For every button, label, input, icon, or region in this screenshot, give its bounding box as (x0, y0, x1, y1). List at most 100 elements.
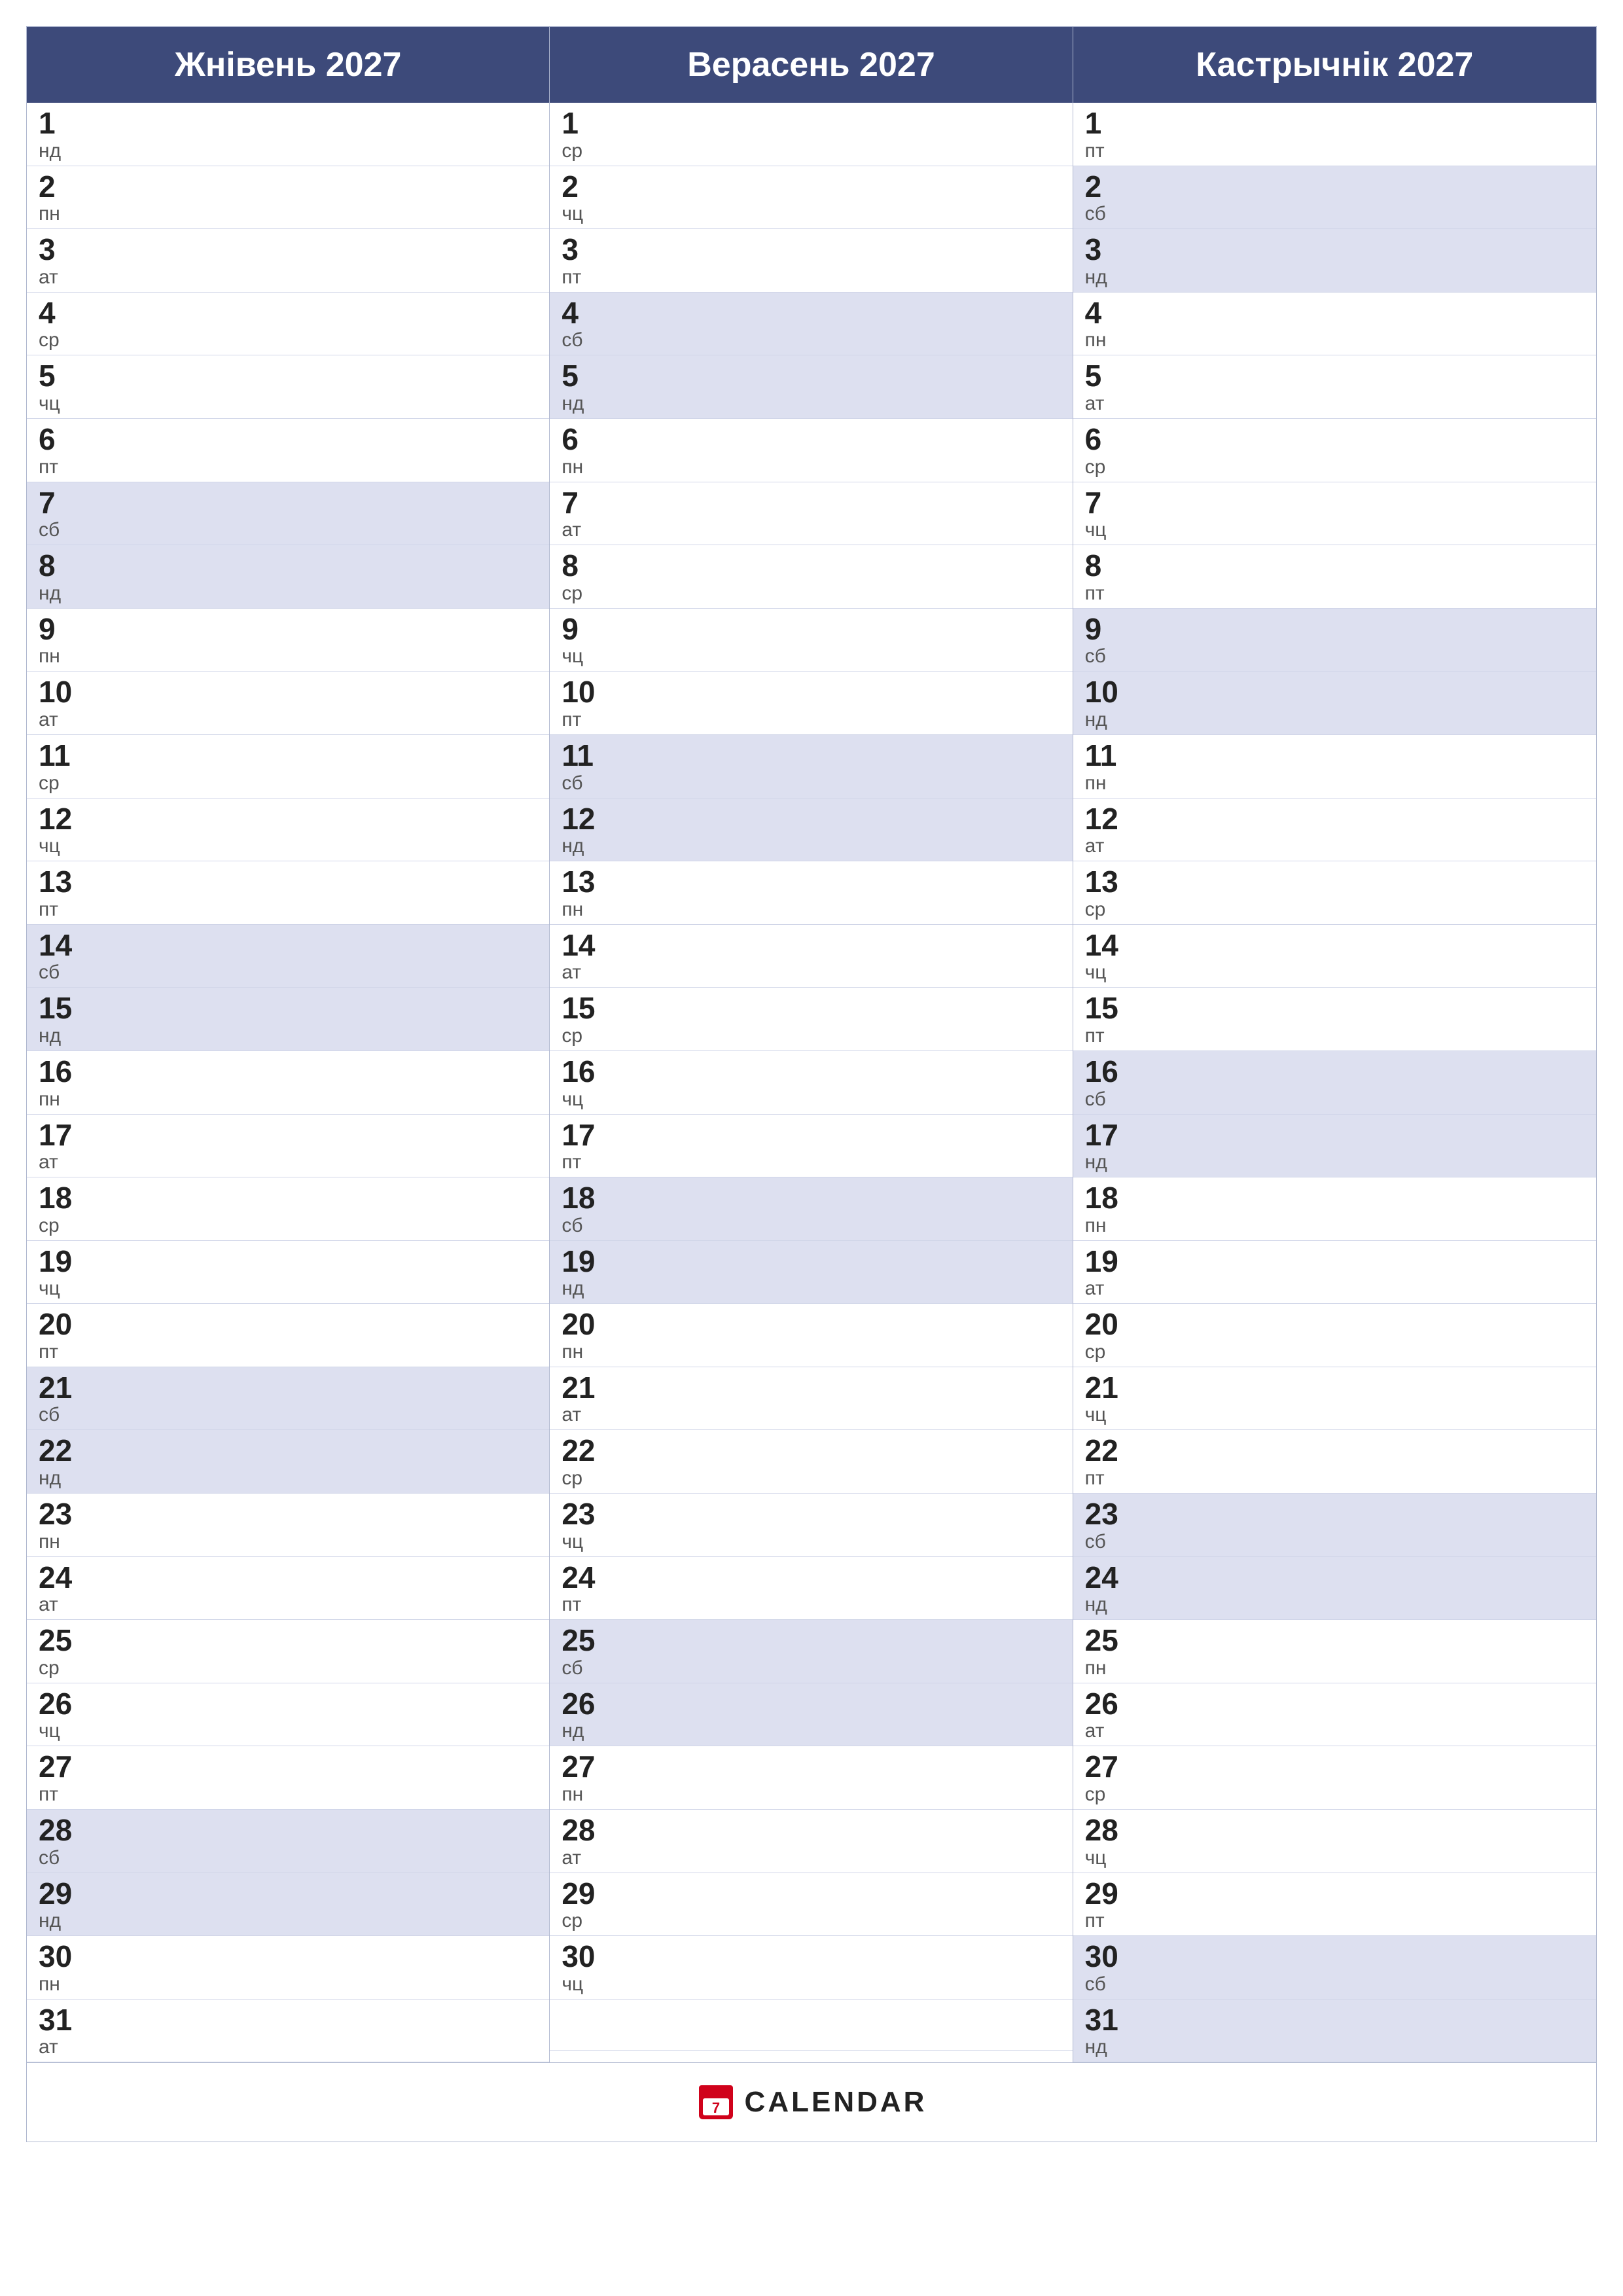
day-name-september-20: пн (562, 1341, 1060, 1363)
month-column-october: 1пт2сб3нд4пн5ат6ср7чц8пт9сб10нд11пн12ат1… (1073, 103, 1596, 2062)
day-name-august-4: ср (39, 329, 537, 351)
day-name-september-25: сб (562, 1657, 1060, 1679)
day-name-september-7: ат (562, 519, 1060, 541)
svg-text:7: 7 (711, 2100, 719, 2116)
day-name-october-12: ат (1085, 835, 1584, 857)
day-number-september-28: 28 (562, 1814, 1060, 1847)
day-number-september-10: 10 (562, 675, 1060, 709)
day-number-august-26: 26 (39, 1687, 537, 1721)
day-row-october-10: 10нд (1073, 672, 1596, 735)
day-name-september-23: чц (562, 1531, 1060, 1552)
day-number-october-1: 1 (1085, 107, 1584, 140)
day-number-august-3: 3 (39, 233, 537, 266)
day-row-october-12: 12ат (1073, 798, 1596, 862)
day-name-august-23: пн (39, 1531, 537, 1552)
day-name-september-16: чц (562, 1088, 1060, 1110)
day-name-august-11: ср (39, 772, 537, 794)
day-name-september-8: ср (562, 583, 1060, 604)
day-number-october-5: 5 (1085, 359, 1584, 393)
day-row-september-21: 21ат (550, 1367, 1072, 1431)
day-name-october-15: пт (1085, 1025, 1584, 1047)
day-name-october-22: пт (1085, 1467, 1584, 1489)
day-row-september-4: 4сб (550, 293, 1072, 356)
month-title-september: Верасень 2027 (687, 46, 935, 84)
day-number-september-23: 23 (562, 1498, 1060, 1531)
day-row-october-6: 6ср (1073, 419, 1596, 482)
day-row-october-23: 23сб (1073, 1494, 1596, 1557)
day-number-october-16: 16 (1085, 1055, 1584, 1088)
day-row-october-18: 18пн (1073, 1177, 1596, 1241)
day-number-october-2: 2 (1085, 170, 1584, 204)
day-number-august-29: 29 (39, 1877, 537, 1910)
day-row-august-27: 27пт (27, 1746, 549, 1810)
day-number-september-5: 5 (562, 359, 1060, 393)
day-name-october-17: нд (1085, 1151, 1584, 1173)
day-name-october-8: пт (1085, 583, 1584, 604)
day-name-august-26: чц (39, 1720, 537, 1742)
day-row-august-2: 2пн (27, 166, 549, 230)
calendar-container: Жнівень 2027 Верасень 2027 Кастрычнік 20… (26, 26, 1597, 2142)
day-number-september-3: 3 (562, 233, 1060, 266)
day-name-september-6: пн (562, 456, 1060, 478)
day-name-september-30: чц (562, 1973, 1060, 1995)
day-number-september-24: 24 (562, 1561, 1060, 1594)
day-row-october-26: 26ат (1073, 1683, 1596, 1747)
day-name-october-11: пн (1085, 772, 1584, 794)
day-name-october-29: пт (1085, 1910, 1584, 1931)
day-name-august-1: нд (39, 140, 537, 162)
day-number-september-4: 4 (562, 296, 1060, 330)
day-number-august-12: 12 (39, 802, 537, 836)
day-number-september-6: 6 (562, 423, 1060, 456)
day-number-september-30: 30 (562, 1940, 1060, 1973)
day-number-october-19: 19 (1085, 1245, 1584, 1278)
day-number-august-14: 14 (39, 929, 537, 962)
day-number-october-29: 29 (1085, 1877, 1584, 1910)
day-number-october-22: 22 (1085, 1434, 1584, 1467)
day-row-september-8: 8ср (550, 545, 1072, 609)
day-row-august-19: 19чц (27, 1241, 549, 1304)
day-name-october-3: нд (1085, 266, 1584, 288)
day-row-august-6: 6пт (27, 419, 549, 482)
day-name-september-24: пт (562, 1594, 1060, 1615)
day-row-august-10: 10ат (27, 672, 549, 735)
day-number-october-13: 13 (1085, 865, 1584, 899)
day-row-october-21: 21чц (1073, 1367, 1596, 1431)
day-row-october-1: 1пт (1073, 103, 1596, 166)
day-row-september-13: 13пн (550, 861, 1072, 925)
day-row-october-20: 20ср (1073, 1304, 1596, 1367)
day-row-september-7: 7ат (550, 482, 1072, 546)
day-name-september-13: пн (562, 899, 1060, 920)
day-number-august-10: 10 (39, 675, 537, 709)
day-number-september-9: 9 (562, 613, 1060, 646)
day-row-september-20: 20пн (550, 1304, 1072, 1367)
day-number-august-17: 17 (39, 1119, 537, 1152)
day-number-september-21: 21 (562, 1371, 1060, 1405)
day-name-september-17: пт (562, 1151, 1060, 1173)
day-name-august-30: пн (39, 1973, 537, 1995)
day-row-september-19: 19нд (550, 1241, 1072, 1304)
day-row-september-25: 25сб (550, 1620, 1072, 1683)
day-row-october-11: 11пн (1073, 735, 1596, 798)
day-number-august-4: 4 (39, 296, 537, 330)
day-row-september-1: 1ср (550, 103, 1072, 166)
month-title-october: Кастрычнік 2027 (1196, 46, 1473, 84)
day-row-august-8: 8нд (27, 545, 549, 609)
day-number-august-27: 27 (39, 1750, 537, 1784)
day-name-august-10: ат (39, 709, 537, 730)
day-row-august-4: 4ср (27, 293, 549, 356)
day-name-september-19: нд (562, 1278, 1060, 1299)
day-number-september-15: 15 (562, 992, 1060, 1025)
day-number-september-11: 11 (562, 739, 1060, 772)
day-number-august-8: 8 (39, 549, 537, 583)
day-number-october-23: 23 (1085, 1498, 1584, 1531)
calendar-header: Жнівень 2027 Верасень 2027 Кастрычнік 20… (27, 27, 1596, 103)
day-name-october-1: пт (1085, 140, 1584, 162)
day-number-september-1: 1 (562, 107, 1060, 140)
day-row-august-14: 14сб (27, 925, 549, 988)
day-row-october-8: 8пт (1073, 545, 1596, 609)
day-name-august-27: пт (39, 1784, 537, 1805)
day-name-october-18: пн (1085, 1215, 1584, 1236)
day-number-august-25: 25 (39, 1624, 537, 1657)
day-number-september-18: 18 (562, 1181, 1060, 1215)
day-row-august-12: 12чц (27, 798, 549, 862)
